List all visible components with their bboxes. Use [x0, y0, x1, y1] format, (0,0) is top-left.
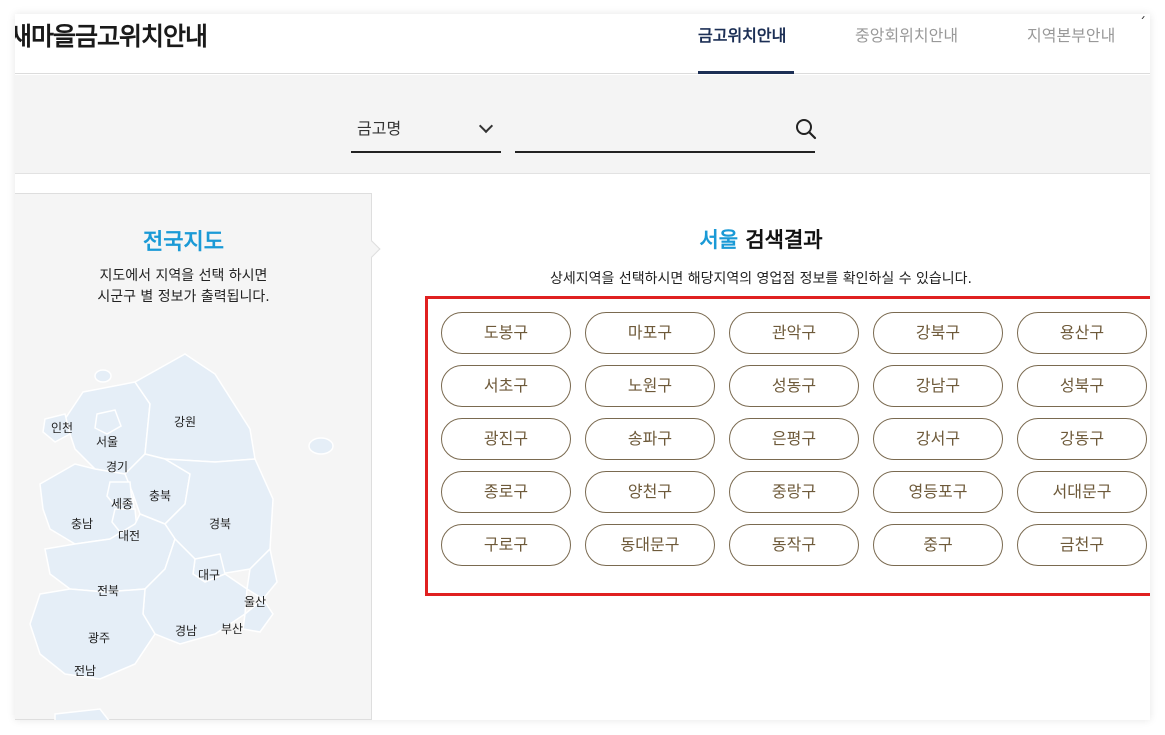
search-type-value: 금고명	[357, 119, 402, 138]
region-label-chungbuk[interactable]: 충북	[149, 489, 171, 503]
region-label-jeonnam[interactable]: 전남	[74, 664, 96, 678]
district-button-jungnang[interactable]: 중랑구	[729, 471, 859, 513]
active-tab-indicator	[698, 71, 794, 74]
result-title: 서울 검색결과	[372, 224, 1150, 254]
region-label-incheon[interactable]: 인천	[51, 420, 73, 435]
district-button-gwangjin[interactable]: 광진구	[441, 418, 571, 460]
result-description: 상세지역을 선택하시면 해당지역의 영업점 정보를 확인하실 수 있습니다.	[550, 271, 972, 287]
district-button-gangdong[interactable]: 강동구	[1017, 418, 1147, 460]
district-button-seongbuk[interactable]: 성북구	[1017, 365, 1147, 407]
district-button-yongsan[interactable]: 용산구	[1017, 312, 1147, 354]
result-title-suffix: 검색결과	[745, 228, 823, 252]
district-button-dongjak[interactable]: 동작구	[729, 524, 859, 566]
tab-headquarters-location[interactable]: 중앙회위치안내	[855, 22, 958, 46]
result-city: 서울	[699, 228, 739, 252]
search-type-select[interactable]: 금고명	[351, 107, 501, 153]
map-description-line1: 지도에서 지역을 선택 하시면	[99, 268, 268, 284]
region-label-gangwon[interactable]: 강원	[174, 415, 196, 429]
search-icon[interactable]	[795, 118, 817, 140]
region-label-gyeongbuk[interactable]: 경북	[209, 517, 231, 531]
district-button-gangnam[interactable]: 강남구	[873, 365, 1003, 407]
district-button-eunpyeong[interactable]: 은평구	[729, 418, 859, 460]
district-button-jung[interactable]: 중구	[873, 524, 1003, 566]
district-button-mapo[interactable]: 마포구	[585, 312, 715, 354]
map-region-jeju[interactable]	[54, 708, 110, 720]
region-label-daegu[interactable]: 대구	[198, 568, 220, 582]
district-button-seocho[interactable]: 서초구	[441, 365, 571, 407]
district-button-guro[interactable]: 구로구	[441, 524, 571, 566]
district-button-nowon[interactable]: 노원구	[585, 365, 715, 407]
search-input[interactable]	[515, 107, 815, 153]
site-title: 새마을금고위치안내	[15, 22, 208, 51]
map-region-islet	[94, 369, 112, 383]
map-title: 전국지도	[143, 230, 224, 255]
district-button-seongdong[interactable]: 성동구	[729, 365, 859, 407]
tab-branch-location[interactable]: 금고위치안내	[698, 22, 786, 46]
tab-regional-office[interactable]: 지역본부안내	[1027, 22, 1115, 46]
map-description: 지도에서 지역을 선택 하시면 시군구 별 정보가 출력됩니다.	[15, 266, 352, 308]
district-button-yangcheon[interactable]: 양천구	[585, 471, 715, 513]
chevron-down-icon	[478, 118, 494, 134]
region-label-seoul[interactable]: 서울	[96, 435, 118, 449]
district-button-dobong[interactable]: 도봉구	[441, 312, 571, 354]
district-button-gangbuk[interactable]: 강북구	[873, 312, 1003, 354]
district-button-yeongdeungpo[interactable]: 영등포구	[873, 471, 1003, 513]
district-button-geumcheon[interactable]: 금천구	[1017, 524, 1147, 566]
region-label-busan[interactable]: 부산	[221, 622, 243, 636]
region-label-gyeonggi[interactable]: 경기	[106, 460, 128, 474]
region-label-gyeongnam[interactable]: 경남	[175, 624, 197, 638]
korea-map[interactable]: 인천 서울 강원 경기 충북 세종 충남 대전 경북 대구 전북 울산 광주 경…	[15, 334, 372, 720]
map-region-ulleungdo[interactable]	[308, 437, 334, 455]
header: 새마을금고위치안내 금고위치안내 중앙회위치안내 지역본부안내 ˊ	[15, 14, 1150, 74]
district-button-gwanak[interactable]: 관악구	[729, 312, 859, 354]
map-panel: 전국지도 지도에서 지역을 선택 하시면 시군구 별 정보가 출력됩니다. 인천…	[15, 193, 372, 720]
close-corner-icon: ˊ	[1139, 16, 1146, 32]
region-label-ulsan[interactable]: 울산	[244, 595, 266, 609]
district-button-gangseo[interactable]: 강서구	[873, 418, 1003, 460]
region-label-chungnam[interactable]: 충남	[71, 517, 93, 531]
district-button-songpa[interactable]: 송파구	[585, 418, 715, 460]
district-button-dongdaemun[interactable]: 동대문구	[585, 524, 715, 566]
map-description-line2: 시군구 별 정보가 출력됩니다.	[97, 289, 270, 305]
district-button-seodaemun[interactable]: 서대문구	[1017, 471, 1147, 513]
region-label-daejeon[interactable]: 대전	[118, 529, 140, 543]
region-label-gwangju[interactable]: 광주	[88, 631, 110, 645]
district-button-jongno[interactable]: 종로구	[441, 471, 571, 513]
search-bar: 금고명	[15, 75, 1150, 174]
map-region-gangwon[interactable]	[133, 353, 256, 463]
region-label-sejong[interactable]: 세종	[111, 497, 133, 511]
app-frame: 새마을금고위치안내 금고위치안내 중앙회위치안내 지역본부안내 ˊ 금고명 전국…	[15, 14, 1150, 720]
region-label-jeonbuk[interactable]: 전북	[97, 584, 119, 598]
